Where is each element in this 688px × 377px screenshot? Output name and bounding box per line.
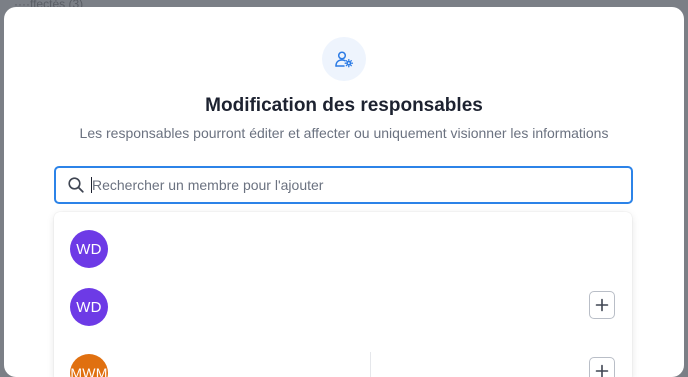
divider xyxy=(370,352,371,377)
add-member-button[interactable] xyxy=(589,291,615,319)
modal-subtitle: Les responsables pourront éditer et affe… xyxy=(79,125,609,141)
modal-title: Modification des responsables xyxy=(205,95,483,116)
member-suggestions-list[interactable]: WD WD MWM xyxy=(54,212,632,377)
avatar: WD xyxy=(70,230,108,268)
plus-icon xyxy=(595,364,609,377)
avatar: WD xyxy=(70,288,108,326)
member-row[interactable]: WD xyxy=(54,212,632,270)
member-search-field[interactable] xyxy=(54,166,633,204)
plus-icon xyxy=(595,298,609,312)
member-search-input[interactable] xyxy=(92,177,612,193)
avatar: MWM xyxy=(70,354,108,377)
avatar-initials: WD xyxy=(76,240,102,258)
member-row[interactable]: MWM xyxy=(54,328,632,377)
user-gear-icon xyxy=(322,37,366,81)
add-member-button[interactable] xyxy=(589,357,615,377)
search-icon xyxy=(68,177,84,193)
text-cursor xyxy=(91,177,92,193)
edit-managers-modal: Modification des responsables Les respon… xyxy=(4,7,684,377)
avatar-initials: WD xyxy=(76,298,102,316)
member-row[interactable]: WD xyxy=(54,270,632,328)
